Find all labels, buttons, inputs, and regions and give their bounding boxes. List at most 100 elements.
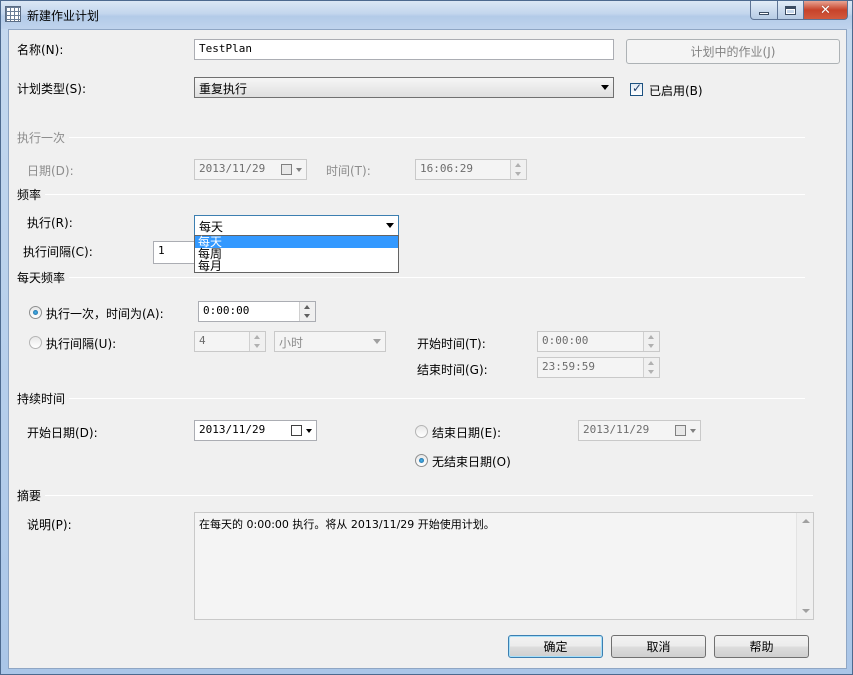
start-date-picker[interactable]: 2013/11/29 [194, 420, 317, 441]
time-spinner[interactable] [643, 358, 659, 377]
occurs-once-radio[interactable] [29, 306, 42, 319]
one-time-date-value: 2013/11/29 [199, 162, 266, 175]
occurs-every-value: 4 [199, 334, 206, 347]
one-time-date-label: 日期(D): [27, 164, 74, 178]
minimize-icon [759, 11, 769, 15]
occurs-value: 每天 [199, 220, 224, 234]
occurs-select[interactable]: 每天 [194, 215, 399, 236]
chevron-down-icon [690, 429, 696, 433]
enabled-label: 已启用(B) [649, 84, 703, 98]
occurs-every-unit-select[interactable]: 小时 [274, 331, 386, 352]
scroll-up-icon [802, 519, 810, 523]
end-date-label: 结束日期(E): [432, 426, 501, 440]
no-end-date-label: 无结束日期(O) [432, 455, 511, 469]
chevron-down-icon [373, 339, 381, 344]
section-duration: 持续时间 [17, 391, 805, 406]
section-summary: 摘要 [17, 488, 813, 503]
occurs-label: 执行(R): [27, 216, 73, 230]
calendar-icon [281, 164, 292, 175]
schedule-type-value: 重复执行 [199, 82, 248, 96]
divider [69, 136, 805, 138]
ending-at-label: 结束时间(G): [417, 363, 488, 377]
schedule-type-label: 计划类型(S): [17, 82, 87, 96]
recurs-every-label: 执行间隔(C): [23, 245, 93, 259]
cancel-button[interactable]: 取消 [611, 635, 706, 658]
section-daily-frequency: 每天频率 [17, 270, 805, 285]
description-scrollbar[interactable] [796, 513, 813, 619]
jobs-in-schedule-button[interactable]: 计划中的作业(J) [626, 39, 840, 64]
spin-down-icon [254, 344, 260, 348]
ok-button[interactable]: 确定 [508, 635, 603, 658]
divider [69, 397, 805, 399]
maximize-button[interactable] [777, 1, 804, 20]
help-button[interactable]: 帮助 [714, 635, 809, 658]
time-spinner[interactable] [299, 302, 315, 321]
spin-up-icon [648, 335, 654, 339]
spin-down-icon [648, 344, 654, 348]
number-spinner[interactable] [249, 332, 265, 351]
ending-at-value: 23:59:59 [542, 360, 595, 373]
title-bar[interactable]: 新建作业计划 ✕ [1, 1, 852, 29]
occurs-dropdown-list[interactable]: 每天 每周 每月 [194, 235, 399, 273]
maximize-icon [785, 5, 796, 15]
spin-down-icon [648, 370, 654, 374]
one-time-time-label: 时间(T): [326, 164, 371, 178]
spin-up-icon [254, 335, 260, 339]
section-frequency: 频率 [17, 187, 805, 202]
close-button[interactable]: ✕ [803, 1, 848, 20]
start-date-label: 开始日期(D): [27, 426, 98, 440]
occurs-once-time-input[interactable]: 0:00:00 [198, 301, 316, 322]
calendar-icon [291, 425, 302, 436]
chevron-down-icon [601, 85, 609, 90]
description-label: 说明(P): [27, 518, 72, 532]
no-end-date-radio[interactable] [415, 454, 428, 467]
section-summary-title: 摘要 [17, 488, 42, 503]
occurs-once-time-value: 0:00:00 [203, 304, 250, 317]
spin-up-icon [515, 163, 521, 167]
dialog-body: 名称(N): TestPlan 计划中的作业(J) 计划类型(S): 重复执行 … [8, 29, 847, 669]
end-date-value: 2013/11/29 [583, 423, 650, 436]
app-icon [5, 6, 21, 22]
one-time-date-picker[interactable]: 2013/11/29 [194, 159, 307, 180]
name-label: 名称(N): [17, 43, 64, 57]
checkmark-icon: ✓ [632, 81, 643, 95]
close-icon: ✕ [820, 2, 831, 18]
ending-at-input[interactable]: 23:59:59 [537, 357, 660, 378]
divider [45, 193, 805, 195]
occurs-once-label: 执行一次，时间为(A): [46, 307, 164, 321]
end-date-picker[interactable]: 2013/11/29 [578, 420, 701, 441]
chevron-down-icon [296, 168, 302, 172]
spin-down-icon [515, 172, 521, 176]
recurs-every-input[interactable]: 1 [153, 241, 195, 264]
section-frequency-title: 频率 [17, 187, 42, 202]
description-value: 在每天的 0:00:00 执行。将从 2013/11/29 开始使用计划。 [199, 518, 495, 531]
calendar-icon [675, 425, 686, 436]
section-one-time: 执行一次 [17, 130, 805, 145]
spin-down-icon [304, 314, 310, 318]
schedule-type-select[interactable]: 重复执行 [194, 77, 614, 98]
end-date-radio[interactable] [415, 425, 428, 438]
section-daily-frequency-title: 每天频率 [17, 270, 66, 285]
window-title: 新建作业计划 [27, 9, 100, 23]
scroll-down-icon [802, 609, 810, 613]
time-spinner[interactable] [510, 160, 526, 179]
minimize-button[interactable] [750, 1, 778, 20]
one-time-time-input[interactable]: 16:06:29 [415, 159, 527, 180]
divider [45, 494, 813, 496]
occurs-option-weekly[interactable]: 每周 [195, 248, 398, 260]
occurs-every-input[interactable]: 4 [194, 331, 266, 352]
occurs-option-daily[interactable]: 每天 [195, 236, 398, 248]
starting-at-value: 0:00:00 [542, 334, 589, 347]
divider [69, 276, 805, 278]
occurs-every-radio[interactable] [29, 336, 42, 349]
spin-up-icon [648, 361, 654, 365]
dialog-window: 新建作业计划 ✕ 名称(N): TestPlan 计划中的作业(J) 计划类型(… [0, 0, 853, 675]
name-input[interactable]: TestPlan [194, 39, 614, 60]
chevron-down-icon [306, 429, 312, 433]
starting-at-label: 开始时间(T): [417, 337, 486, 351]
enabled-checkbox[interactable]: ✓ [630, 81, 643, 96]
description-textarea[interactable]: 在每天的 0:00:00 执行。将从 2013/11/29 开始使用计划。 [194, 512, 814, 620]
starting-at-input[interactable]: 0:00:00 [537, 331, 660, 352]
one-time-time-value: 16:06:29 [420, 162, 473, 175]
time-spinner[interactable] [643, 332, 659, 351]
